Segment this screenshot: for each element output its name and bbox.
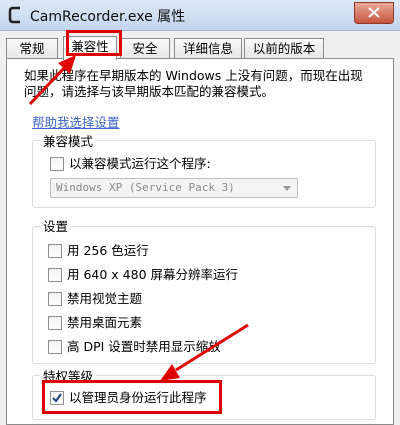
arrow-to-admin-icon bbox=[160, 323, 249, 381]
arrow-to-tab-icon bbox=[28, 55, 76, 106]
annotation-arrows bbox=[28, 55, 249, 381]
